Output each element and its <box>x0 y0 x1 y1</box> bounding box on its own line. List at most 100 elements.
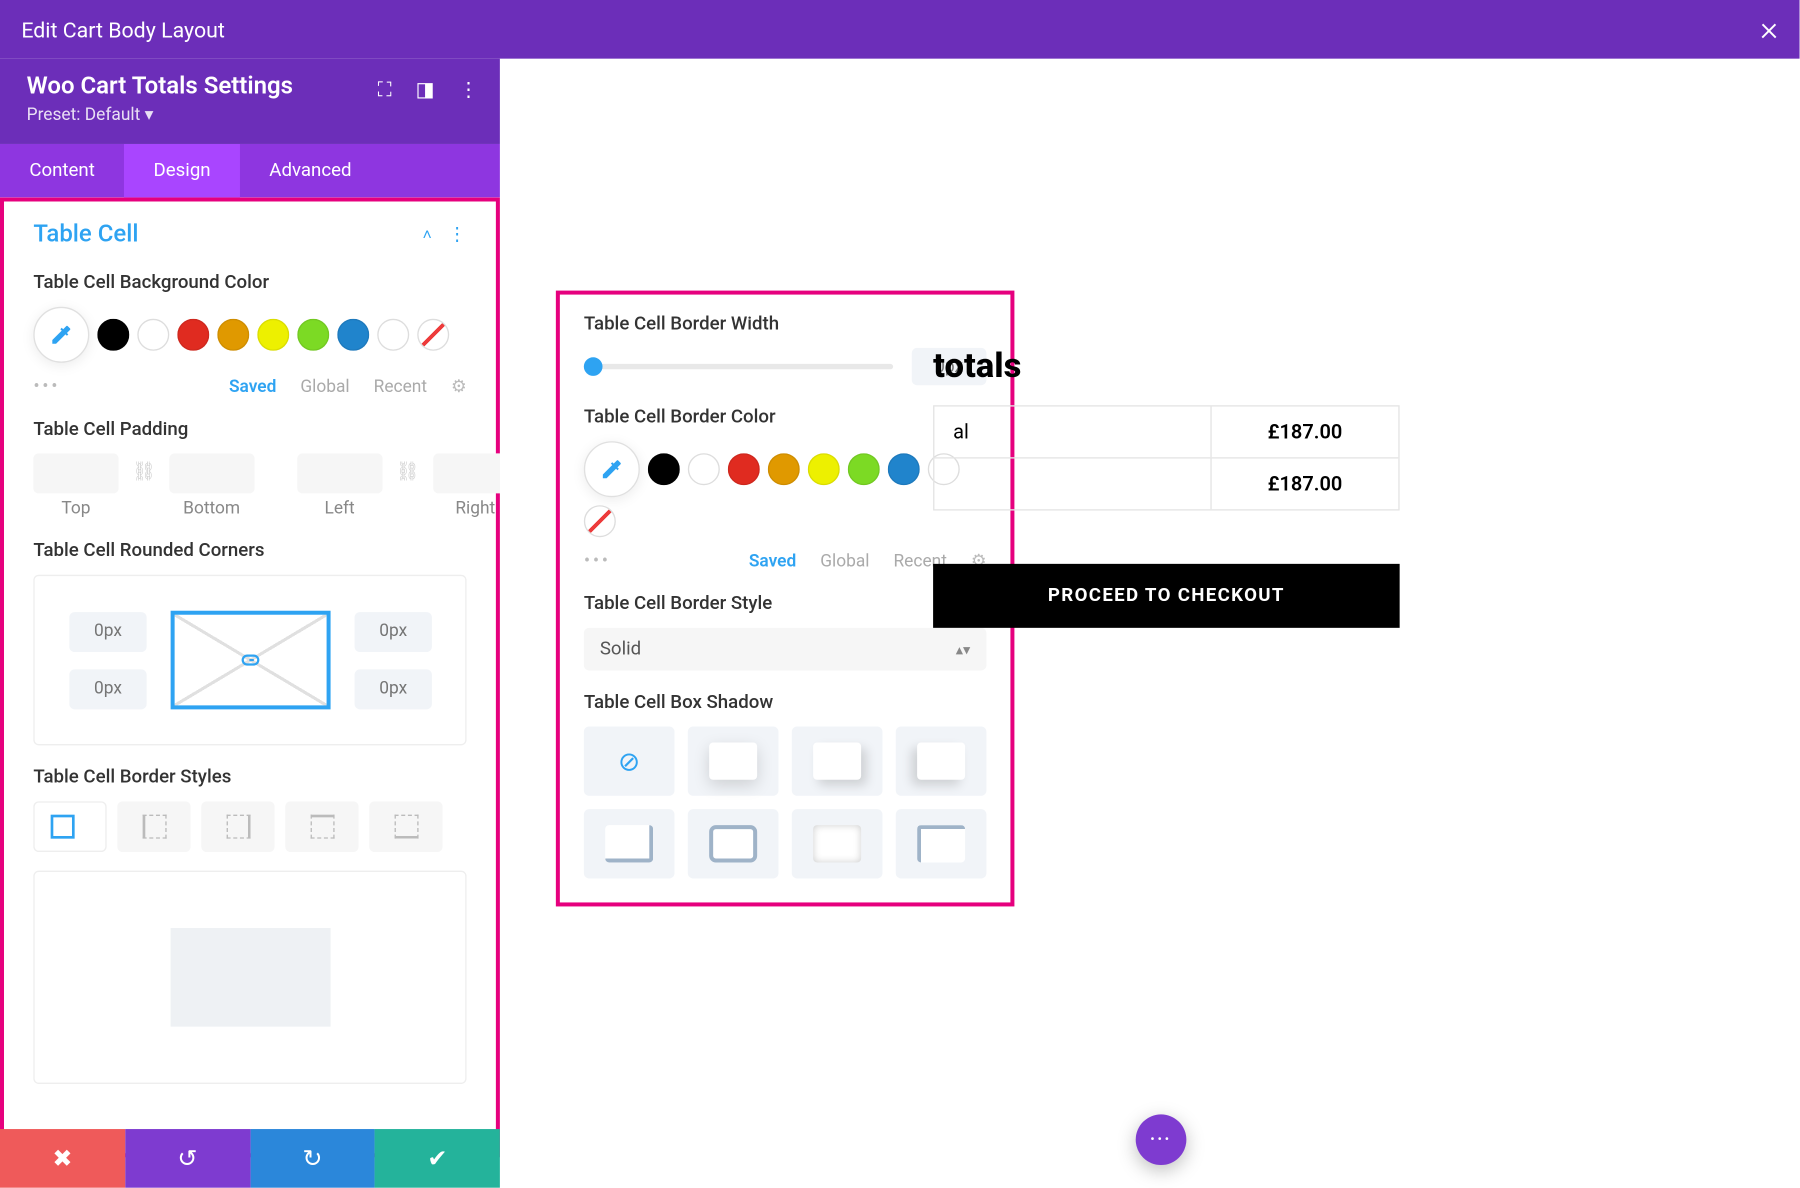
chevron-up-icon[interactable]: ˄ <box>423 225 432 244</box>
label-border-color: Table Cell Border Color <box>584 407 987 428</box>
padding-left-input[interactable] <box>297 453 382 493</box>
shadow-preset-2[interactable] <box>688 726 779 795</box>
border-right[interactable] <box>201 801 274 852</box>
padding-right-input[interactable] <box>433 453 500 493</box>
design-panel: Table Cell ˄ ⋮ Table Cell Background Colo… <box>0 197 500 1157</box>
proceed-to-checkout-button[interactable]: PROCEED TO CHECKOUT <box>933 564 1400 628</box>
label-rounded: Table Cell Rounded Corners <box>33 540 466 561</box>
sidebar-footer-buttons: ✖ ↺ ↻ ✔ <box>0 1129 500 1188</box>
border-preview <box>33 870 466 1083</box>
color-tab-saved[interactable]: Saved <box>749 551 796 571</box>
sidebar-header: Woo Cart Totals Settings Preset: Default… <box>0 59 500 144</box>
kebab-icon[interactable]: ⋮ <box>448 223 467 244</box>
shadow-preset-5[interactable] <box>584 809 675 878</box>
cart-totals-title: totals <box>933 347 1400 387</box>
section-title[interactable]: Table Cell <box>33 220 138 248</box>
color-tab-recent[interactable]: Recent <box>374 377 427 397</box>
row-label: al <box>934 407 1211 458</box>
select-arrows-icon: ▴▾ <box>956 641 971 658</box>
undo-button[interactable]: ↺ <box>125 1129 250 1188</box>
corner-tl-input[interactable] <box>69 611 146 651</box>
link-icon <box>237 647 264 674</box>
swatch-blue[interactable] <box>337 319 369 351</box>
padding-top-input[interactable] <box>33 453 118 493</box>
tab-advanced[interactable]: Advanced <box>240 144 381 197</box>
window-titlebar: Edit Cart Body Layout × <box>0 0 1800 59</box>
builder-fab[interactable]: ••• <box>1136 1114 1187 1165</box>
swatch-blue[interactable] <box>888 453 920 485</box>
swatch-yellow[interactable] <box>257 319 289 351</box>
corner-bl-input[interactable] <box>69 668 146 708</box>
row-label <box>934 459 1211 510</box>
tab-content[interactable]: Content <box>0 144 124 197</box>
tab-design[interactable]: Design <box>124 144 240 197</box>
shadow-preset-4[interactable] <box>896 726 987 795</box>
border-left[interactable] <box>117 801 190 852</box>
border-top[interactable] <box>285 801 358 852</box>
label-bg-color: Table Cell Background Color <box>33 272 466 293</box>
swatch-orange[interactable] <box>768 453 800 485</box>
border-bottom[interactable] <box>369 801 442 852</box>
swatch-white[interactable] <box>137 319 169 351</box>
redo-button[interactable]: ↻ <box>250 1129 375 1188</box>
more-dots-icon[interactable]: ••• <box>584 551 611 572</box>
swatch-green[interactable] <box>848 453 880 485</box>
expand-icon[interactable]: ⛶ <box>378 77 392 101</box>
swatch-yellow[interactable] <box>808 453 840 485</box>
eyedropper-button[interactable] <box>33 307 89 363</box>
shadow-preset-8[interactable] <box>896 809 987 878</box>
swatch-none[interactable] <box>584 505 616 537</box>
label-border-style: Table Cell Border Style <box>584 593 987 614</box>
settings-sidebar: Woo Cart Totals Settings Preset: Default… <box>0 59 500 1188</box>
color-tab-saved[interactable]: Saved <box>229 377 276 397</box>
rounded-corners-control <box>33 575 466 746</box>
padding-bottom-input[interactable] <box>169 453 254 493</box>
preset-selector[interactable]: Preset: Default ▾ <box>27 105 474 125</box>
slider-handle[interactable] <box>584 357 603 376</box>
cart-totals-table: al£187.00 £187.00 <box>933 405 1400 510</box>
no-icon: ⊘ <box>618 745 640 777</box>
cancel-button[interactable]: ✖ <box>0 1129 125 1188</box>
eyedropper-button[interactable] <box>584 441 640 497</box>
corner-br-input[interactable] <box>355 668 432 708</box>
kebab-icon[interactable]: ⋮ <box>459 77 479 101</box>
swatch-white[interactable] <box>688 453 720 485</box>
shadow-preset-6[interactable] <box>688 809 779 878</box>
box-shadow-presets: ⊘ <box>584 726 987 878</box>
snap-icon[interactable]: ◨ <box>416 77 435 101</box>
swatch-red[interactable] <box>728 453 760 485</box>
corner-tr-input[interactable] <box>355 611 432 651</box>
gear-icon[interactable]: ⚙ <box>451 377 467 397</box>
label-border-width: Table Cell Border Width <box>584 313 987 334</box>
swatch-white2[interactable] <box>377 319 409 351</box>
border-style-select[interactable]: Solid ▴▾ <box>584 628 987 671</box>
shadow-none[interactable]: ⊘ <box>584 726 675 795</box>
swatch-red[interactable] <box>177 319 209 351</box>
border-style-picker <box>33 801 466 852</box>
bg-color-swatches <box>33 307 466 363</box>
color-tab-global[interactable]: Global <box>820 551 869 571</box>
window-title: Edit Cart Body Layout <box>21 17 225 42</box>
shadow-preset-7[interactable] <box>792 809 883 878</box>
color-tab-global[interactable]: Global <box>300 377 349 397</box>
link-icon[interactable]: ⛓ <box>396 461 420 482</box>
label-box-shadow: Table Cell Box Shadow <box>584 692 987 713</box>
save-button[interactable]: ✔ <box>375 1129 500 1188</box>
more-dots-icon[interactable]: ••• <box>33 376 60 397</box>
swatch-black[interactable] <box>648 453 680 485</box>
page-preview: totals al£187.00 £187.00 PROCEED TO CHEC… <box>933 347 1400 628</box>
settings-tabs: Content Design Advanced <box>0 144 500 197</box>
swatch-none[interactable] <box>417 319 449 351</box>
label-border-styles: Table Cell Border Styles <box>33 766 466 787</box>
swatch-orange[interactable] <box>217 319 249 351</box>
border-width-slider[interactable] <box>584 364 893 369</box>
eyedropper-icon <box>600 457 624 481</box>
corners-link-box[interactable] <box>171 611 331 710</box>
swatch-black[interactable] <box>97 319 129 351</box>
shadow-preset-3[interactable] <box>792 726 883 795</box>
border-all[interactable] <box>33 801 106 852</box>
link-icon[interactable]: ⛓ <box>132 461 156 482</box>
row-value: £187.00 <box>1212 407 1399 458</box>
close-icon[interactable]: × <box>1760 9 1778 49</box>
swatch-green[interactable] <box>297 319 329 351</box>
